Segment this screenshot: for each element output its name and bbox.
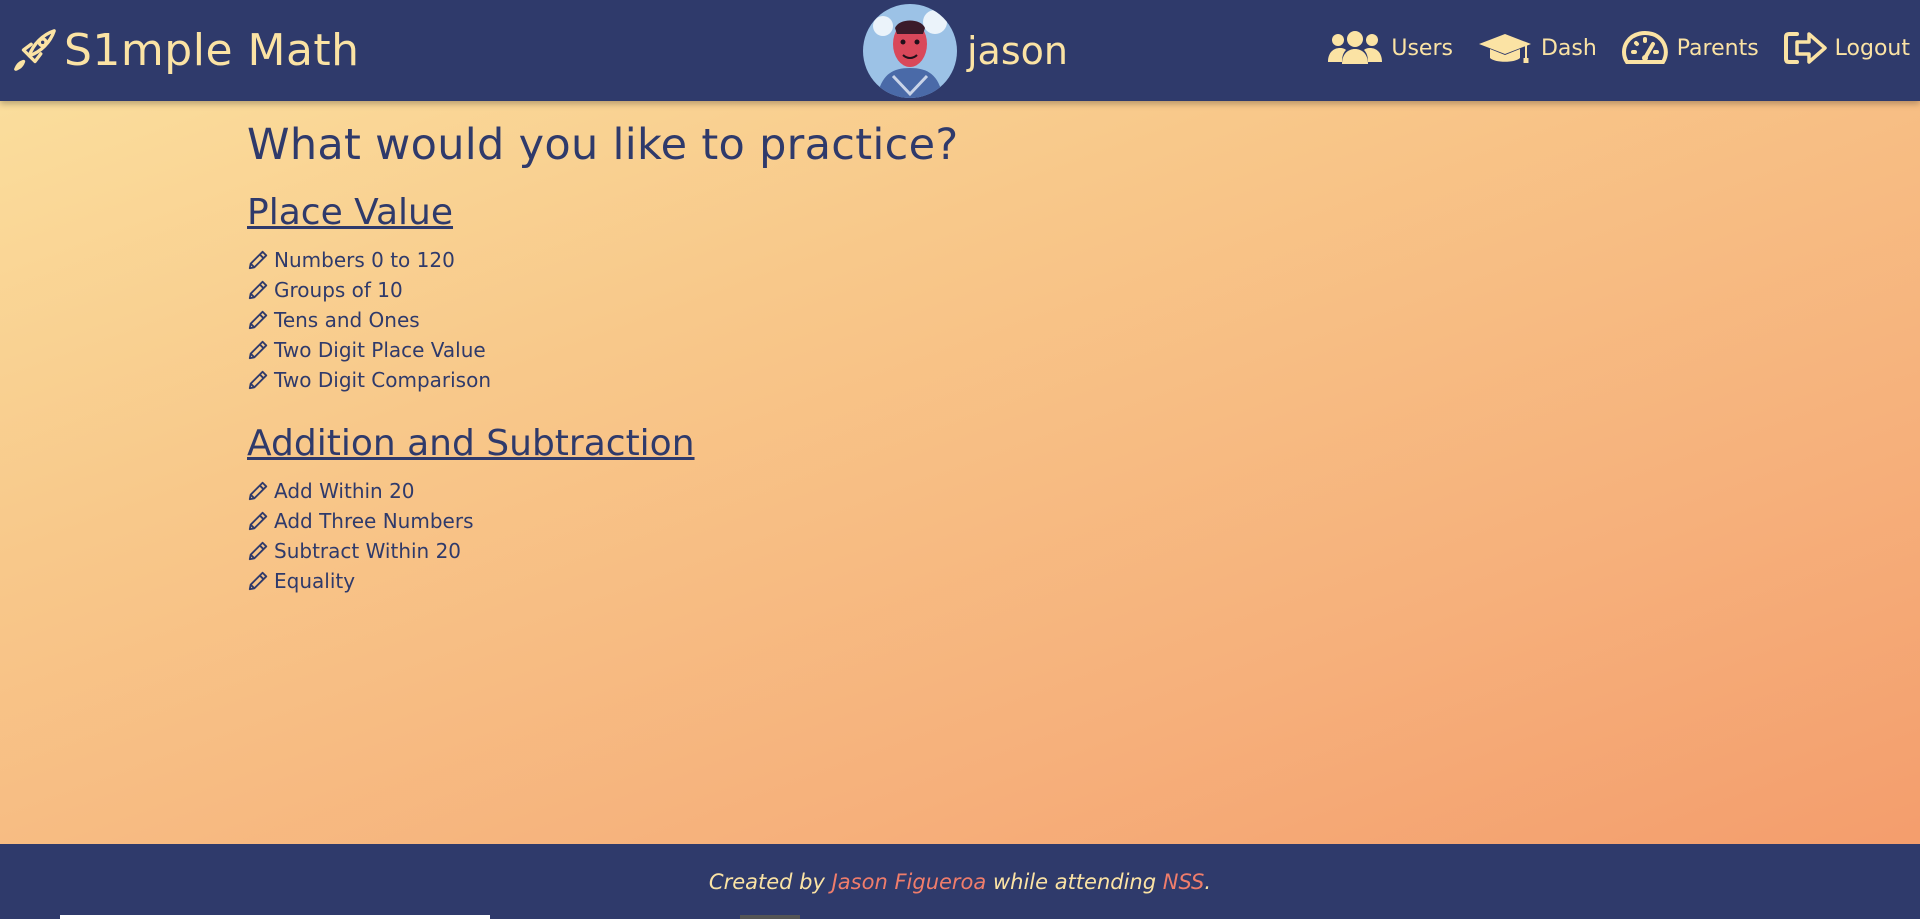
lesson-label: Tens and Ones xyxy=(274,308,420,332)
lesson-item[interactable]: Tens and Ones xyxy=(247,305,958,335)
pencil-icon xyxy=(248,370,268,390)
section-place-value: Place Value Numbers 0 to 120 Groups of 1… xyxy=(247,192,958,395)
avatar[interactable] xyxy=(863,4,957,98)
nav-users[interactable]: Users xyxy=(1327,28,1453,68)
lesson-item[interactable]: Two Digit Comparison xyxy=(247,365,958,395)
current-user: jason xyxy=(863,4,1068,98)
page-title: What would you like to practice? xyxy=(247,120,959,170)
main-content: What would you like to practice? Place V… xyxy=(247,120,958,624)
lesson-list: Numbers 0 to 120 Groups of 10 Tens and O… xyxy=(247,245,958,395)
dashboard-gauge-icon xyxy=(1621,31,1668,64)
nav-logout[interactable]: Logout xyxy=(1783,28,1910,68)
brand-link[interactable]: S1mple Math xyxy=(12,22,360,78)
nav-dash[interactable]: Dash xyxy=(1477,28,1597,68)
graduation-cap-icon xyxy=(1478,34,1531,63)
section-title-addition-subtraction[interactable]: Addition and Subtraction xyxy=(247,423,695,464)
footer: Created by Jason Figueroa while attendin… xyxy=(0,844,1920,919)
pencil-icon xyxy=(248,481,268,501)
lesson-label: Numbers 0 to 120 xyxy=(274,248,455,272)
lesson-item[interactable]: Two Digit Place Value xyxy=(247,335,958,365)
pencil-icon xyxy=(248,571,268,591)
lesson-item[interactable]: Numbers 0 to 120 xyxy=(247,245,958,275)
brand-name: S1mple Math xyxy=(64,24,360,76)
school-link[interactable]: NSS xyxy=(1163,870,1205,894)
lesson-label: Equality xyxy=(274,569,356,593)
nav-logout-label: Logout xyxy=(1834,35,1910,61)
sign-out-icon xyxy=(1783,32,1827,64)
rocket-icon xyxy=(14,29,56,71)
lesson-item[interactable]: Subtract Within 20 xyxy=(247,536,958,566)
lesson-item[interactable]: Add Within 20 xyxy=(247,476,958,506)
footer-credit: Created by Jason Figueroa while attendin… xyxy=(709,870,1211,894)
main-nav: Users Dash Parents Logout xyxy=(1327,28,1910,68)
pencil-icon xyxy=(248,280,268,300)
lesson-label: Two Digit Comparison xyxy=(274,368,492,392)
users-icon xyxy=(1328,31,1383,64)
nav-users-label: Users xyxy=(1391,35,1453,61)
nav-parents[interactable]: Parents xyxy=(1621,28,1759,68)
lesson-label: Subtract Within 20 xyxy=(274,539,462,563)
pencil-icon xyxy=(248,511,268,531)
section-title-place-value[interactable]: Place Value xyxy=(247,192,453,233)
pencil-icon xyxy=(248,310,268,330)
scrollbar-thumb[interactable] xyxy=(740,915,800,919)
pencil-icon xyxy=(248,340,268,360)
pencil-icon xyxy=(248,250,268,270)
nav-parents-label: Parents xyxy=(1676,35,1759,61)
username: jason xyxy=(967,29,1068,73)
lesson-item[interactable]: Add Three Numbers xyxy=(247,506,958,536)
lesson-item[interactable]: Groups of 10 xyxy=(247,275,958,305)
footer-middle: while attending xyxy=(986,869,1163,894)
footer-suffix: . xyxy=(1204,869,1212,894)
horizontal-scrollbar[interactable] xyxy=(60,915,490,919)
lesson-label: Add Within 20 xyxy=(274,479,415,503)
footer-prefix: Created by xyxy=(708,869,832,894)
lesson-list: Add Within 20 Add Three Numbers Subtract… xyxy=(247,476,958,596)
lesson-item[interactable]: Equality xyxy=(247,566,958,596)
lesson-label: Add Three Numbers xyxy=(274,509,474,533)
section-addition-subtraction: Addition and Subtraction Add Within 20 A… xyxy=(247,423,958,596)
nav-dash-label: Dash xyxy=(1540,35,1597,61)
top-navbar: S1mple Math jason Users Dash Parents Log… xyxy=(0,0,1920,101)
author-link[interactable]: Jason Figueroa xyxy=(832,870,987,894)
pencil-icon xyxy=(248,541,268,561)
lesson-label: Groups of 10 xyxy=(274,278,403,302)
lesson-label: Two Digit Place Value xyxy=(274,338,486,362)
